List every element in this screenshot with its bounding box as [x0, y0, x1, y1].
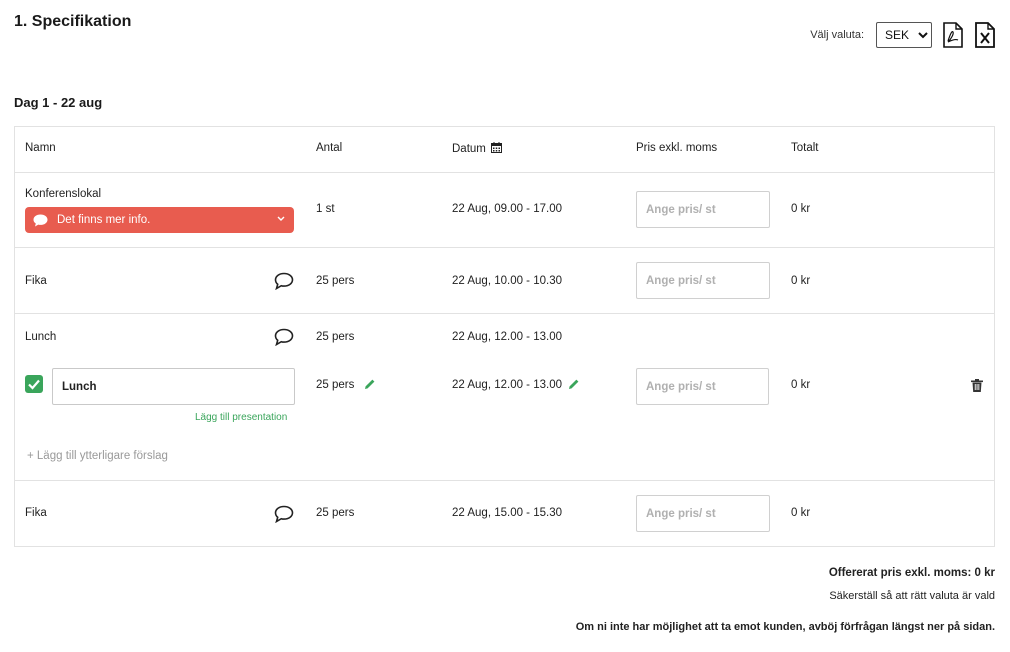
- comment-icon[interactable]: [274, 505, 294, 523]
- row-name: Lunch: [25, 331, 57, 343]
- more-info-label: Det finns mer info.: [57, 214, 151, 226]
- row-quantity: 1 st: [316, 203, 335, 215]
- header-quantity: Antal: [316, 142, 343, 154]
- row-quantity: 25 pers: [316, 331, 355, 343]
- ensure-currency-note: Säkerställ så att rätt valuta är vald: [829, 590, 995, 602]
- row-name: Konferenslokal: [25, 188, 102, 200]
- header-name: Namn: [25, 142, 56, 154]
- table-header-row: Namn Antal Datum Pris exkl. moms Totalt: [15, 127, 994, 173]
- suggestion-quantity: 25 pers: [316, 379, 355, 391]
- table-row: Konferenslokal Det finns mer info. 1 st …: [15, 173, 994, 248]
- row-total: 0 kr: [791, 203, 811, 215]
- row-date: 22 Aug, 15.00 - 15.30: [452, 507, 562, 519]
- day-title: Dag 1 - 22 aug: [14, 95, 103, 110]
- price-input[interactable]: [636, 495, 770, 532]
- row-name: Fika: [25, 275, 47, 287]
- row-date: 22 Aug, 10.00 - 10.30: [452, 275, 562, 287]
- edit-quantity-pencil-icon[interactable]: [364, 378, 376, 390]
- header-date-label: Datum: [452, 143, 486, 155]
- row-name: Fika: [25, 507, 47, 519]
- more-info-dropdown[interactable]: Det finns mer info.: [25, 207, 294, 233]
- currency-select[interactable]: SEK: [876, 22, 932, 48]
- specification-table: Namn Antal Datum Pris exkl. moms Totalt …: [14, 126, 995, 547]
- page-title: 1. Specifikation: [14, 13, 132, 30]
- checkmark-icon: [28, 379, 40, 390]
- row-date: 22 Aug, 09.00 - 17.00: [452, 203, 562, 215]
- header-price: Pris exkl. moms: [636, 142, 718, 154]
- calendar-icon: [491, 142, 503, 153]
- edit-date-pencil-icon[interactable]: [568, 378, 580, 390]
- comment-icon[interactable]: [274, 272, 294, 290]
- pdf-file-icon[interactable]: [942, 22, 964, 48]
- row-quantity: 25 pers: [316, 507, 355, 519]
- chevron-down-icon: [277, 216, 285, 221]
- price-input[interactable]: [636, 262, 770, 299]
- table-row: Fika 25 pers 22 Aug, 15.00 - 15.30 0 kr: [15, 481, 994, 547]
- decline-note: Om ni inte har möjlighet att ta emot kun…: [575, 621, 995, 633]
- speech-bubble-icon: [33, 214, 48, 226]
- currency-area: Välj valuta: SEK: [810, 22, 996, 48]
- table-row: Fika 25 pers 22 Aug, 10.00 - 10.30 0 kr: [15, 248, 994, 314]
- currency-label: Välj valuta:: [810, 29, 864, 41]
- excel-file-icon[interactable]: [974, 22, 996, 48]
- price-input[interactable]: [636, 191, 770, 228]
- add-suggestion-link[interactable]: + Lägg till ytterligare förslag: [27, 450, 168, 462]
- trash-icon[interactable]: [971, 379, 983, 392]
- row-total: 0 kr: [791, 275, 811, 287]
- offered-price: Offererat pris exkl. moms: 0 kr: [828, 567, 995, 579]
- header-date: Datum: [452, 142, 503, 155]
- add-presentation-link[interactable]: Lägg till presentation: [195, 412, 287, 423]
- suggestion-date: 22 Aug, 12.00 - 13.00: [452, 379, 562, 391]
- table-row: Lunch 25 pers 22 Aug, 12.00 - 13.00 Lägg…: [15, 314, 994, 481]
- row-date: 22 Aug, 12.00 - 13.00: [452, 331, 562, 343]
- suggestion-total: 0 kr: [791, 379, 811, 391]
- row-quantity: 25 pers: [316, 275, 355, 287]
- header-total: Totalt: [791, 142, 819, 154]
- suggestion-price-input[interactable]: [636, 368, 769, 405]
- comment-icon[interactable]: [274, 328, 294, 346]
- suggestion-checkbox[interactable]: [25, 375, 43, 393]
- row-total: 0 kr: [791, 507, 811, 519]
- suggestion-name-input[interactable]: [52, 368, 295, 405]
